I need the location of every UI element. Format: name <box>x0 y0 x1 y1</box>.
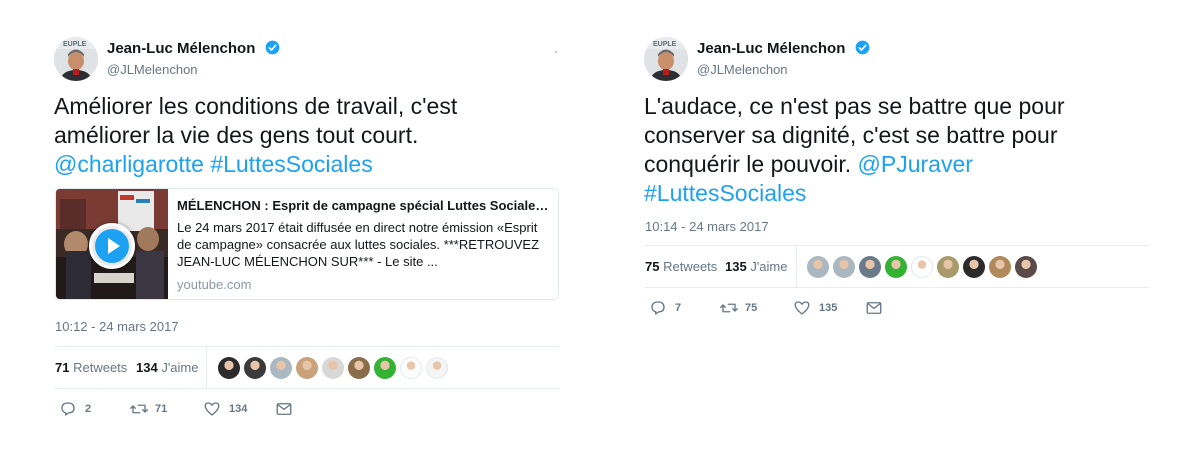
tweet-header: EUPLE Jean-Luc Mélenchon @JLMelenchon <box>642 37 1152 83</box>
tweet-timestamp[interactable]: 10:12 - 24 mars 2017 <box>55 319 179 334</box>
stats-divider <box>206 347 207 388</box>
mention-link[interactable]: @PJuraver <box>858 151 973 177</box>
user-name[interactable]: Jean-Luc Mélenchon <box>697 40 870 57</box>
avatar-badge-text: EUPLE <box>63 41 87 48</box>
reply-count: 2 <box>85 403 92 415</box>
liker-avatar[interactable] <box>807 256 829 278</box>
liker-avatar[interactable] <box>322 357 344 379</box>
tweet-stats: 71 Retweets 134 J'aime <box>55 346 559 389</box>
tweet-text-line: améliorer la vie des gens tout court. <box>54 122 419 148</box>
likes-count: 135 <box>725 259 747 274</box>
tweet-timestamp[interactable]: 10:14 - 24 mars 2017 <box>645 219 769 234</box>
user-handle[interactable]: @JLMelenchon <box>107 62 198 77</box>
user-name-text[interactable]: Jean-Luc Mélenchon <box>697 40 845 57</box>
liker-avatar[interactable] <box>374 357 396 379</box>
tweet-text: L'audace, ce n'est pas se battre que pou… <box>644 92 1144 208</box>
likes-label: J'aime <box>161 360 199 375</box>
reply-count: 7 <box>675 302 682 314</box>
envelope-icon <box>866 302 882 314</box>
likes-count: 134 <box>136 360 158 375</box>
liker-avatar[interactable] <box>348 357 370 379</box>
retweets-stat[interactable]: 75 Retweets <box>645 259 717 274</box>
liker-avatar[interactable] <box>833 256 855 278</box>
retweet-icon <box>720 303 738 313</box>
liker-avatar[interactable] <box>885 256 907 278</box>
play-video-button[interactable] <box>89 223 135 269</box>
card-thumbnail[interactable] <box>56 189 168 299</box>
user-handle[interactable]: @JLMelenchon <box>697 62 788 77</box>
liker-avatar[interactable] <box>296 357 318 379</box>
retweets-label: Retweets <box>663 259 718 274</box>
envelope-icon <box>276 403 292 415</box>
verified-badge-icon <box>265 40 279 55</box>
hashtag-link[interactable]: #LuttesSociales <box>210 151 372 177</box>
retweets-count: 75 <box>645 259 660 274</box>
retweet-count: 71 <box>155 403 168 415</box>
avatar-badge-text: EUPLE <box>653 41 677 48</box>
card-body[interactable]: MÉLENCHON : Esprit de campagne spécial L… <box>177 198 551 292</box>
likes-stat[interactable]: 135 J'aime <box>725 259 788 274</box>
like-count: 134 <box>229 403 248 415</box>
liker-avatar[interactable] <box>963 256 985 278</box>
likes-stat[interactable]: 134 J'aime <box>136 360 199 375</box>
liker-avatar[interactable] <box>270 357 292 379</box>
card-title[interactable]: MÉLENCHON : Esprit de campagne spécial L… <box>177 198 551 214</box>
hashtag-link[interactable]: #LuttesSociales <box>644 180 806 206</box>
tweet-text-line: L'audace, ce n'est pas se battre que pou… <box>644 93 1065 119</box>
liker-avatar[interactable] <box>400 357 422 379</box>
avatar[interactable]: EUPLE <box>644 37 688 81</box>
reply-icon <box>61 402 75 416</box>
reply-icon <box>651 301 665 315</box>
heart-icon <box>204 402 220 416</box>
tweet-2: EUPLE Jean-Luc Mélenchon @JLMelenchon L'… <box>642 0 1152 453</box>
retweets-label: Retweets <box>73 360 128 375</box>
liker-avatar[interactable] <box>989 256 1011 278</box>
retweet-icon <box>130 404 148 414</box>
tweet-text-line: conserver sa dignité, c'est se battre po… <box>644 122 1058 148</box>
stats-divider <box>796 246 797 287</box>
liker-avatar[interactable] <box>1015 256 1037 278</box>
liker-avatar[interactable] <box>937 256 959 278</box>
user-name-text[interactable]: Jean-Luc Mélenchon <box>107 40 255 57</box>
liker-avatar[interactable] <box>244 357 266 379</box>
mention-link[interactable]: @charligarotte <box>54 151 204 177</box>
card-domain: youtube.com <box>177 277 252 292</box>
play-icon <box>95 229 129 263</box>
likes-label: J'aime <box>750 259 788 274</box>
tweet-text-line: Améliorer les conditions de travail, c'e… <box>54 93 458 119</box>
retweets-stat[interactable]: 71 Retweets <box>55 360 127 375</box>
liker-avatar[interactable] <box>859 256 881 278</box>
user-name[interactable]: Jean-Luc Mélenchon <box>107 40 280 57</box>
tweet-actions: 7 75 135 <box>645 298 945 318</box>
tweet-text: Améliorer les conditions de travail, c'e… <box>54 92 554 179</box>
liker-avatar[interactable] <box>911 256 933 278</box>
link-card[interactable]: MÉLENCHON : Esprit de campagne spécial L… <box>55 188 559 300</box>
retweet-count: 75 <box>745 302 758 314</box>
verified-badge-icon <box>855 40 869 55</box>
like-count: 135 <box>819 302 838 314</box>
tweet-stats: 75 Retweets 135 J'aime <box>645 245 1149 288</box>
avatar[interactable]: EUPLE <box>54 37 98 81</box>
retweets-count: 71 <box>55 360 70 375</box>
card-description: Le 24 mars 2017 était diffusée en direct… <box>177 220 540 269</box>
tweet-1: EUPLE Jean-Luc Mélenchon @JLMelenchon Am… <box>52 0 562 453</box>
heart-icon <box>794 301 810 315</box>
more-dot <box>555 51 557 53</box>
liker-avatar[interactable] <box>426 357 448 379</box>
tweet-header: EUPLE Jean-Luc Mélenchon @JLMelenchon <box>52 37 562 83</box>
tweet-actions: 2 71 134 <box>55 399 355 419</box>
liker-avatar[interactable] <box>218 357 240 379</box>
tweet-text-line: conquérir le pouvoir. <box>644 151 852 177</box>
